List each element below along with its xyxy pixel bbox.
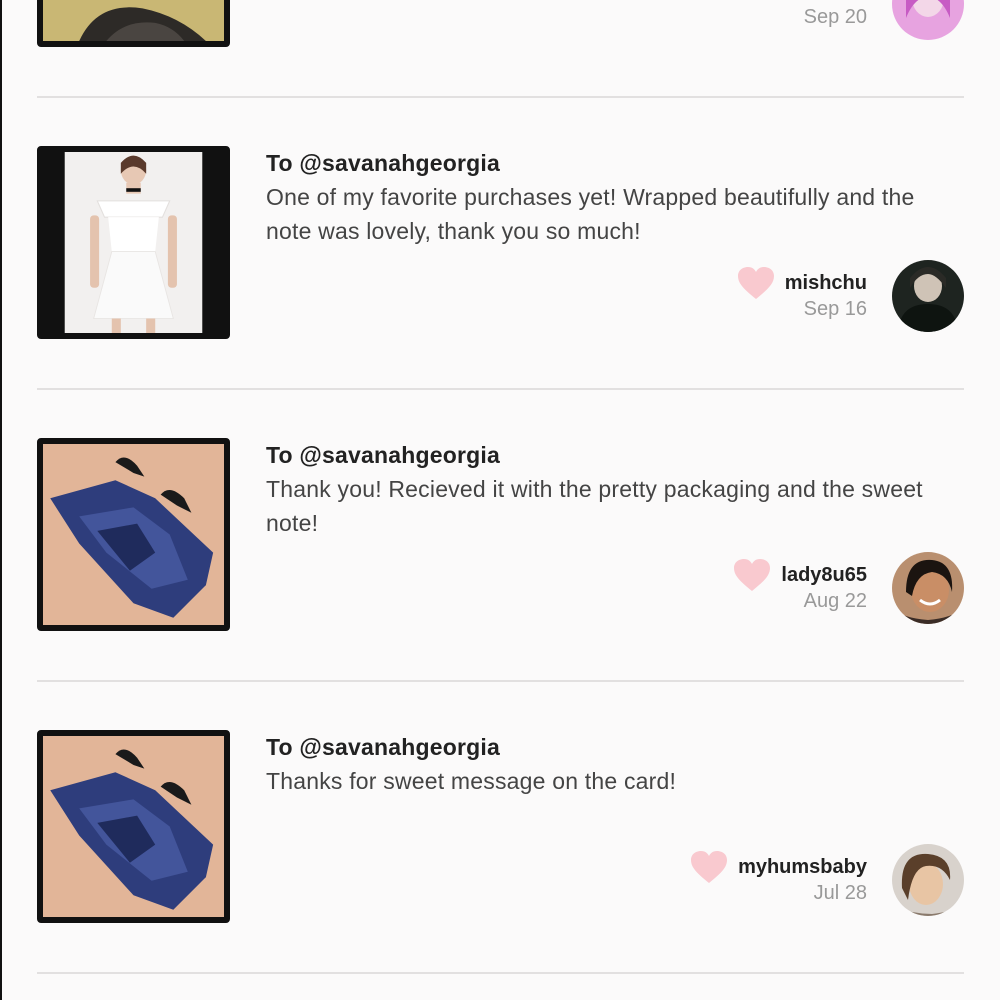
review-item: Sep 20 <box>0 0 1000 98</box>
review-text: One of my favorite purchases yet! Wrappe… <box>266 184 915 244</box>
user-avatar[interactable] <box>892 844 964 916</box>
review-recipient: To @savanahgeorgia <box>266 150 500 176</box>
review-date: Jul 28 <box>813 882 867 904</box>
heart-icon[interactable] <box>733 558 771 592</box>
review-item-photo[interactable] <box>37 438 230 631</box>
review-item: To @savanahgeorgia One of my favorite pu… <box>0 98 1000 390</box>
reviews-screen: Sep 20 To @savanahgeorgia One of my favo… <box>0 0 1000 1000</box>
review-username[interactable]: mishchu <box>785 272 867 295</box>
review-item: To @savanahgeorgia Thank you! Recieved i… <box>0 390 1000 682</box>
heart-icon[interactable] <box>690 850 728 884</box>
user-avatar[interactable] <box>892 0 964 40</box>
review-item-photo[interactable] <box>37 730 230 923</box>
heart-icon[interactable] <box>737 266 775 300</box>
review-username[interactable]: myhumsbaby <box>738 856 867 879</box>
review-date: Sep 16 <box>803 298 867 320</box>
review-recipient: To @savanahgeorgia <box>266 442 500 468</box>
review-date: Aug 22 <box>803 590 867 612</box>
user-avatar[interactable] <box>892 552 964 624</box>
review-item: To @savanahgeorgia Thanks for sweet mess… <box>0 682 1000 974</box>
review-date: Sep 20 <box>803 6 867 28</box>
review-username[interactable]: lady8u65 <box>781 564 867 587</box>
review-author: lady8u65 <box>733 558 867 592</box>
review-text: Thanks for sweet message on the card! <box>266 768 677 794</box>
user-avatar[interactable] <box>892 260 964 332</box>
review-item-photo[interactable] <box>37 146 230 339</box>
review-recipient: To @savanahgeorgia <box>266 734 500 760</box>
divider <box>37 972 964 974</box>
review-item-photo[interactable] <box>37 0 230 47</box>
review-author: mishchu <box>737 266 867 300</box>
review-author: myhumsbaby <box>690 850 867 884</box>
review-text: Thank you! Recieved it with the pretty p… <box>266 476 923 536</box>
